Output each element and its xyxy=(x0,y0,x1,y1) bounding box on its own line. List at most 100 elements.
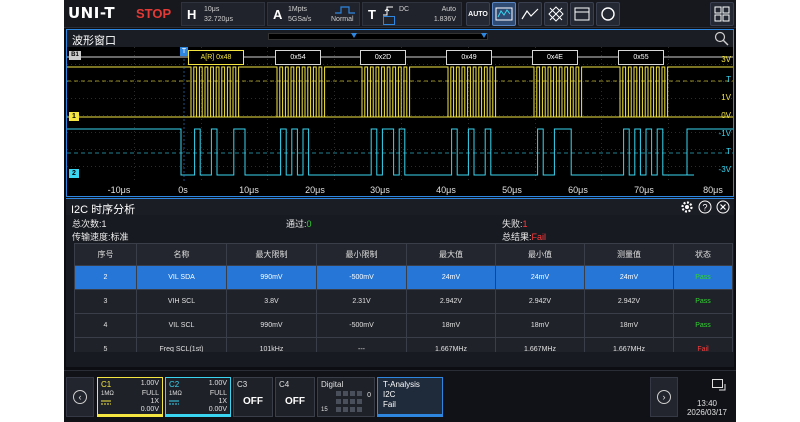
status-badge: Pass xyxy=(673,313,733,338)
chevron-right-icon: › xyxy=(657,390,671,404)
table-header-row: 序号 名称 最大限制 最小限制 最大值 最小值 测量值 状态 xyxy=(74,243,733,266)
x-tick-label: -10μs xyxy=(107,185,131,195)
channel2-impedance: 1MΩ xyxy=(169,391,182,397)
timing-analysis-tile[interactable]: T-Analysis I2C Fail xyxy=(377,377,443,417)
dc-coupling-icon xyxy=(169,400,179,405)
bus-frame-data[interactable]: 0x55 xyxy=(618,50,664,65)
column-header: 名称 xyxy=(136,243,227,266)
channel3-name: C3 xyxy=(237,380,248,389)
memory-position-bar[interactable] xyxy=(268,33,488,40)
table-row[interactable]: 2 VIL SDA 990mV -500mV 24mV 24mV 24mV Pa… xyxy=(74,265,733,290)
display-icon[interactable] xyxy=(570,2,594,26)
waveform-plot[interactable]: T B1 1 2 A[R] 0x48 0x54 0x2D 0x49 0x4E 0… xyxy=(66,47,734,197)
clock-time: 13:40 xyxy=(696,399,718,408)
trigger-settings[interactable]: T DC Auto 1.836V xyxy=(362,2,462,26)
channel1-offset: 0.00V xyxy=(140,406,159,413)
ch2-marker[interactable]: 2 xyxy=(69,169,79,178)
run-stop-status[interactable]: STOP xyxy=(136,6,171,21)
trigger-source-icon xyxy=(383,16,395,25)
channel3-settings[interactable]: C3 OFF xyxy=(233,377,273,417)
scroll-left-button[interactable]: ‹ xyxy=(66,377,94,417)
auto-button[interactable]: AUTO xyxy=(466,2,490,26)
x-tick-label: 80μs xyxy=(703,185,723,195)
trigger-key: T xyxy=(368,7,376,22)
screen-export-icon xyxy=(712,379,726,391)
bus-frame-data[interactable]: 0x49 xyxy=(446,50,492,65)
acquire-mode-value: Normal xyxy=(331,16,354,23)
channel2-bandwidth: FULL xyxy=(209,390,227,397)
help-icon[interactable]: ? xyxy=(698,200,712,214)
table-row[interactable]: 3 VIH SCL 3.8V 2.31V 2.942V 2.942V 2.942… xyxy=(74,289,733,314)
channel2-offset: 0.00V xyxy=(208,406,227,413)
ch1-scale-label: 0V xyxy=(721,111,731,120)
sample-rate-value: 5GSa/s xyxy=(288,16,312,23)
top-status-bar: UNI-T STOP H 10μs 32.720μs A 1Mpts 5GSa/… xyxy=(64,0,736,28)
column-header: 最大限制 xyxy=(226,243,317,266)
view-window-marker xyxy=(351,33,357,38)
status-badge: Fail xyxy=(673,337,733,352)
zoom-icon[interactable] xyxy=(714,31,729,46)
bus-frame-address[interactable]: A[R] 0x48 xyxy=(188,50,244,65)
scroll-right-button[interactable]: › xyxy=(650,377,678,417)
trigger-time-marker[interactable]: T xyxy=(180,47,188,56)
digital-settings[interactable]: Digital 0 15 xyxy=(317,377,375,417)
math-icon[interactable] xyxy=(518,2,542,26)
channel1-settings[interactable]: C1 1.00V 1MΩ FULL 1X 0.00V xyxy=(97,377,163,417)
pattern-icon[interactable] xyxy=(544,2,568,26)
channel2-scale: 1.00V xyxy=(208,380,227,387)
status-badge: Pass xyxy=(673,265,733,290)
trigger-coupling-value: DC xyxy=(399,6,410,13)
app-menu-icon[interactable] xyxy=(710,2,734,26)
channel4-name: C4 xyxy=(279,380,290,389)
settings-gear-icon[interactable] xyxy=(680,200,694,214)
channel4-settings[interactable]: C4 OFF xyxy=(275,377,315,417)
digital-channel-grid-icon xyxy=(336,391,362,413)
x-tick-label: 0s xyxy=(178,185,188,195)
horizontal-settings[interactable]: H 10μs 32.720μs xyxy=(181,2,265,26)
ch2-scale-label: -1V xyxy=(718,129,731,138)
search-icon[interactable] xyxy=(596,2,620,26)
waveform-window-title: 波形窗口 xyxy=(72,35,116,47)
channel1-scale: 1.00V xyxy=(140,380,159,387)
table-row[interactable]: 4 VIL SCL 990mV -500mV 18mV 18mV 18mV Pa… xyxy=(74,313,733,338)
channel2-settings[interactable]: C2 1.00V 1MΩ FULL 1X 0.00V xyxy=(165,377,231,417)
measure-icon[interactable] xyxy=(492,2,516,26)
ch2-trace xyxy=(67,128,733,176)
chevron-left-icon: ‹ xyxy=(73,390,87,404)
digital-name: Digital xyxy=(321,380,344,389)
timing-analysis-protocol: I2C xyxy=(383,390,396,399)
trigger-edge-icon xyxy=(383,6,393,16)
channel2-probe: 1X xyxy=(218,398,227,405)
horizontal-position-value: 32.720μs xyxy=(204,16,233,23)
timing-analysis-name: T-Analysis xyxy=(383,380,420,389)
bus-marker[interactable]: B1 xyxy=(69,51,81,60)
close-icon[interactable] xyxy=(716,200,730,214)
clock-date: 2026/03/17 xyxy=(686,408,728,417)
waveform-traces xyxy=(67,47,733,183)
bus-frame-data[interactable]: 0x54 xyxy=(275,50,321,65)
dc-coupling-icon xyxy=(101,400,111,405)
ch1-scale-label: 3V xyxy=(721,55,731,64)
trigger-level-value: 1.836V xyxy=(433,16,456,23)
trigger-position-marker xyxy=(481,33,487,38)
ch1-trace xyxy=(67,66,733,118)
acquire-settings[interactable]: A 1Mpts 5GSa/s Normal xyxy=(267,2,360,26)
ch2-trigger-level-marker: T xyxy=(726,147,731,156)
digital-low-index: 0 xyxy=(367,392,371,399)
system-clock[interactable]: 13:40 2026/03/17 xyxy=(682,377,732,417)
trigger-sweep-value: Auto xyxy=(441,6,456,13)
results-table: 序号 名称 最大限制 最小限制 最大值 最小值 测量值 状态 2 VIL SDA xyxy=(74,243,733,352)
table-row[interactable]: 5 Freq SCL(1st) 101kHz --- 1.667MHz 1.66… xyxy=(74,337,733,352)
horizontal-key: H xyxy=(187,7,197,22)
results-table-viewport[interactable]: 序号 名称 最大限制 最小限制 最大值 最小值 测量值 状态 2 VIL SDA xyxy=(66,215,734,352)
column-header: 状态 xyxy=(673,243,733,266)
acquire-key: A xyxy=(273,7,283,22)
analysis-panel-header: I2C 时序分析 ? xyxy=(66,198,734,216)
x-tick-label: 10μs xyxy=(239,185,259,195)
channel1-impedance: 1MΩ xyxy=(101,391,114,397)
brand-logo: UNI-T xyxy=(68,4,116,22)
ch1-marker[interactable]: 1 xyxy=(69,112,79,121)
x-tick-label: 20μs xyxy=(305,185,325,195)
bus-frame-data[interactable]: 0x2D xyxy=(360,50,406,65)
bus-frame-data[interactable]: 0x4E xyxy=(532,50,578,65)
